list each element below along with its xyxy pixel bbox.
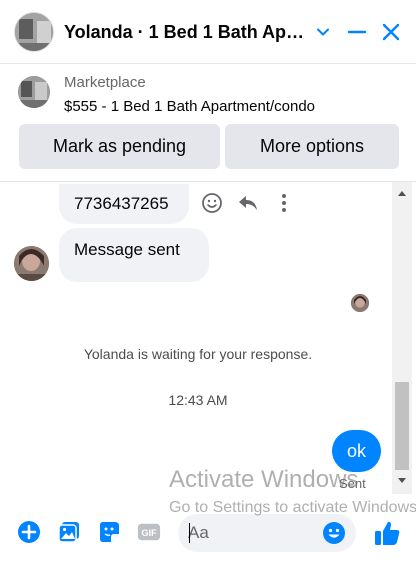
sticker-icon[interactable] bbox=[97, 520, 121, 544]
listing-source: Marketplace bbox=[64, 74, 146, 91]
more-options-button[interactable]: More options bbox=[225, 124, 399, 169]
emoji-react-icon[interactable] bbox=[200, 191, 224, 215]
like-icon[interactable] bbox=[373, 519, 401, 547]
message-input[interactable] bbox=[188, 514, 318, 552]
message-bubble-phone[interactable]: 7736437265 bbox=[59, 184, 189, 224]
message-scrollbar[interactable] bbox=[392, 182, 412, 494]
scroll-down-arrow-icon[interactable] bbox=[392, 474, 412, 488]
scroll-up-arrow-icon[interactable] bbox=[392, 186, 412, 200]
svg-text:GIF: GIF bbox=[141, 528, 157, 538]
minimize-icon[interactable] bbox=[343, 18, 371, 46]
message-input-container[interactable] bbox=[178, 514, 356, 552]
listing-thumbnail[interactable] bbox=[18, 76, 50, 108]
close-icon[interactable] bbox=[377, 18, 405, 46]
chevron-down-icon[interactable] bbox=[309, 18, 337, 46]
message-text: Message sent bbox=[74, 240, 180, 259]
scrollbar-thumb[interactable] bbox=[395, 382, 409, 470]
gif-icon[interactable]: GIF bbox=[137, 520, 161, 544]
emoji-icon[interactable] bbox=[322, 521, 346, 545]
chat-title[interactable]: Yolanda · 1 Bed 1 Bath Apartment/condo bbox=[64, 22, 309, 43]
message-timestamp: 12:43 AM bbox=[168, 392, 228, 408]
waiting-notice: Yolanda is waiting for your response. bbox=[83, 346, 313, 362]
chat-header: Yolanda · 1 Bed 1 Bath Apartment/condo bbox=[0, 0, 416, 64]
message-actions bbox=[200, 191, 296, 215]
marketplace-listing: Marketplace $555 - 1 Bed 1 Bath Apartmen… bbox=[0, 64, 416, 182]
windows-activation-title: Activate Windows bbox=[169, 466, 359, 493]
sender-avatar[interactable] bbox=[14, 246, 49, 281]
listing-price-title[interactable]: $555 - 1 Bed 1 Bath Apartment/condo bbox=[64, 98, 315, 115]
reply-icon[interactable] bbox=[236, 191, 260, 215]
windows-activation-subtitle: Go to Settings to activate Windows. bbox=[169, 499, 416, 516]
text-caret bbox=[189, 523, 190, 543]
add-icon[interactable] bbox=[17, 520, 41, 544]
photo-icon[interactable] bbox=[57, 520, 81, 544]
contact-avatar[interactable] bbox=[14, 12, 54, 52]
seen-indicator-avatar bbox=[351, 294, 369, 312]
more-options-icon[interactable] bbox=[272, 191, 296, 215]
message-text: ok bbox=[346, 440, 366, 461]
message-text: 7736437265 bbox=[74, 194, 169, 213]
message-list[interactable]: 7736437265 Message sent Yolanda is waiti… bbox=[0, 182, 416, 500]
mark-as-pending-button[interactable]: Mark as pending bbox=[19, 124, 220, 169]
message-bubble-sent-notice[interactable]: Message sent bbox=[59, 228, 209, 282]
